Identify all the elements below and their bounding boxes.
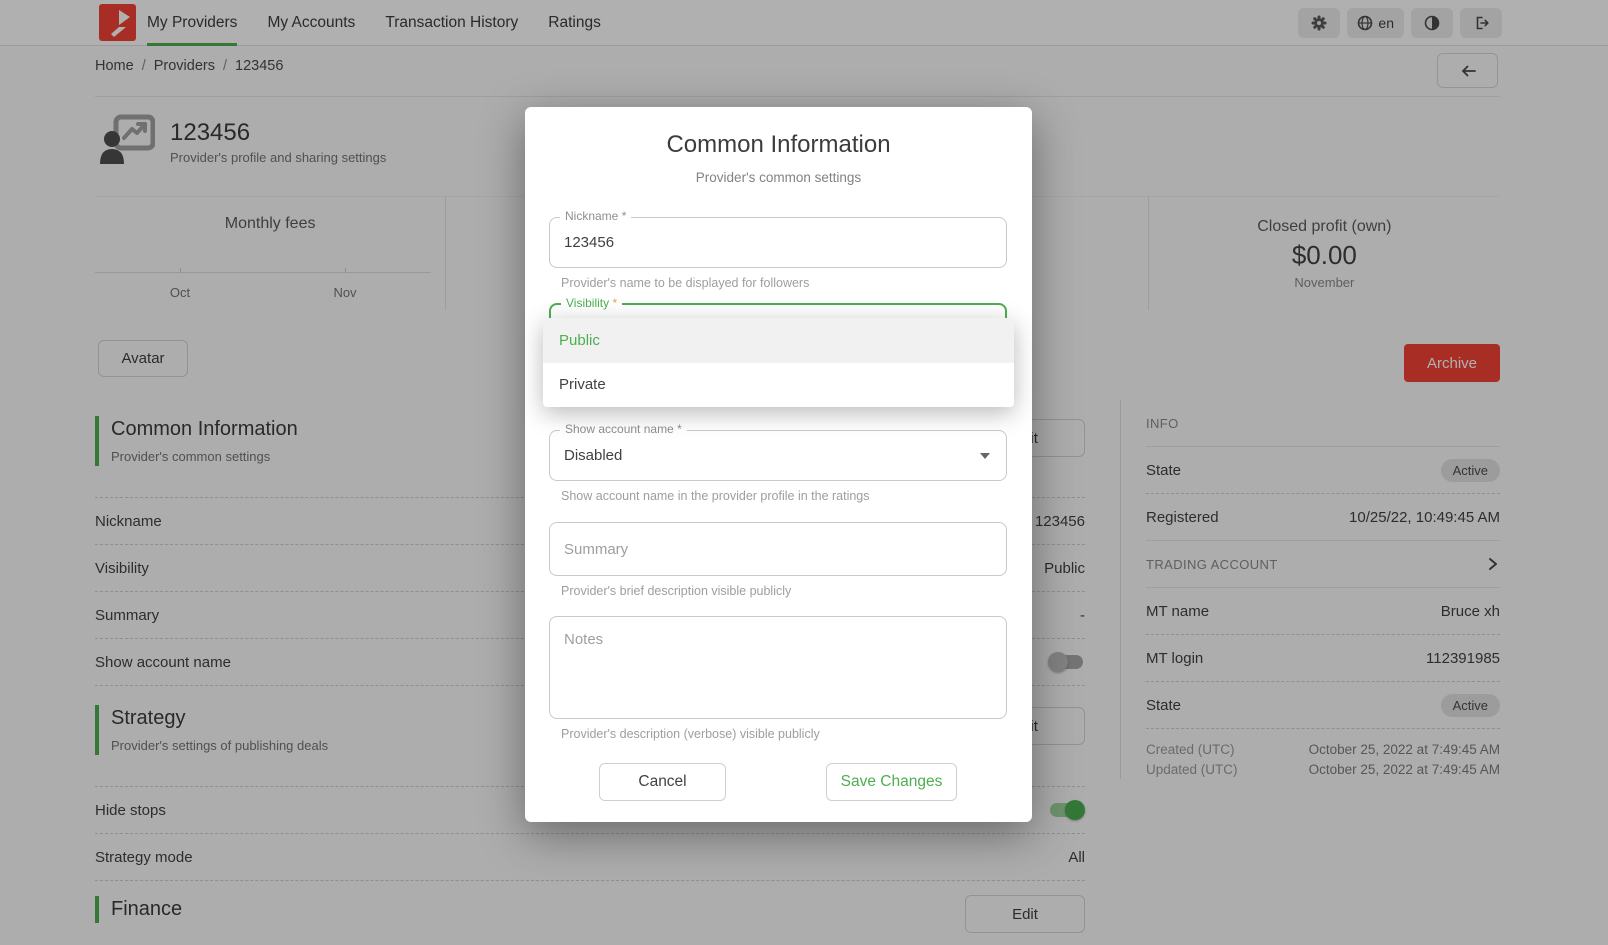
cancel-button[interactable]: Cancel xyxy=(599,763,726,801)
nickname-field: Nickname * xyxy=(549,217,1007,268)
nickname-helper: Provider's name to be displayed for foll… xyxy=(561,275,809,291)
menu-item-private[interactable]: Private xyxy=(543,362,1014,406)
modal-title: Common Information xyxy=(525,131,1032,159)
show-account-name-value: Disabled xyxy=(550,431,1006,480)
save-changes-button[interactable]: Save Changes xyxy=(826,763,957,801)
summary-input[interactable] xyxy=(550,523,1006,575)
required-asterisk: * xyxy=(677,422,682,436)
notes-field xyxy=(549,616,1007,719)
show-account-name-helper: Show account name in the provider profil… xyxy=(561,488,870,504)
required-asterisk: * xyxy=(622,209,627,223)
notes-textarea[interactable] xyxy=(550,617,1006,718)
show-account-name-field[interactable]: Show account name * Disabled xyxy=(549,430,1007,481)
field-label-text: Show account name xyxy=(565,422,674,436)
app-root: My Providers My Accounts Transaction His… xyxy=(0,0,1608,945)
chevron-down-icon xyxy=(980,453,990,459)
summary-field xyxy=(549,522,1007,576)
show-account-name-field-label: Show account name * xyxy=(560,422,687,436)
visibility-field-label: Visibility * xyxy=(561,296,622,310)
nickname-field-label: Nickname * xyxy=(560,209,631,223)
menu-item-public[interactable]: Public xyxy=(543,318,1014,362)
common-information-modal: Common Information Provider's common set… xyxy=(525,107,1032,822)
notes-helper: Provider's description (verbose) visible… xyxy=(561,726,820,742)
modal-subtitle: Provider's common settings xyxy=(525,170,1032,185)
visibility-dropdown-menu: Public Private xyxy=(543,318,1014,407)
nickname-input[interactable] xyxy=(550,218,1006,267)
field-label-text: Nickname xyxy=(565,209,618,223)
summary-helper: Provider's brief description visible pub… xyxy=(561,583,791,599)
field-label-text: Visibility xyxy=(566,296,609,310)
required-asterisk: * xyxy=(612,296,617,310)
